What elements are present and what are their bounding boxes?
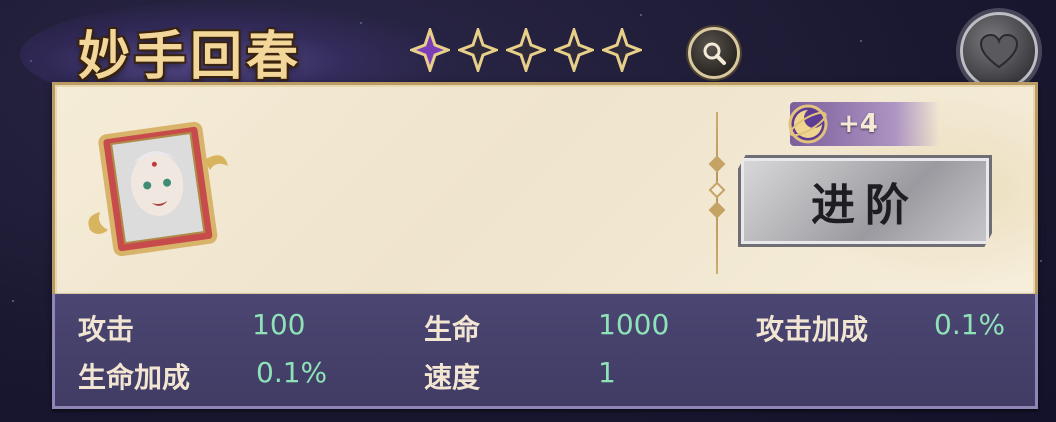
stat-value-speed: 1 (598, 356, 616, 389)
favorite-button[interactable] (960, 12, 1038, 90)
stat-label-attack-bonus: 攻击加成 (756, 313, 869, 346)
heart-icon (979, 33, 1019, 69)
bg-star (1040, 260, 1042, 262)
hero-portrait-icon (88, 121, 228, 257)
rank-star-empty-icon (602, 28, 642, 72)
bg-star (12, 300, 14, 302)
magnifier-icon (703, 42, 726, 65)
stat-label-attack: 攻击 (78, 313, 135, 346)
stats-panel (52, 294, 1038, 409)
rank-stars (410, 28, 642, 72)
rank-star-filled-icon (410, 28, 450, 72)
stat-label-speed: 速度 (424, 361, 481, 394)
advance-button[interactable]: 进阶 (738, 155, 992, 247)
bg-star (640, 14, 642, 16)
skill-title: 妙手回春 (78, 26, 303, 87)
stat-value-attack: 100 (252, 308, 306, 341)
stat-value-attack-bonus: 0.1% (934, 308, 1006, 341)
advance-button-label: 进阶 (811, 180, 919, 231)
bg-star (860, 40, 862, 42)
rank-star-empty-icon (458, 28, 498, 72)
rank-star-empty-icon (554, 28, 594, 72)
enhance-level-badge: +4 (788, 102, 940, 146)
stat-value-hp-bonus: 0.1% (256, 356, 328, 389)
stat-value-hp: 1000 (598, 308, 670, 341)
search-button[interactable] (688, 27, 740, 79)
stat-label-hp: 生命 (424, 313, 481, 346)
stat-label-hp-bonus: 生命加成 (78, 361, 191, 394)
enhance-level-value: +4 (838, 109, 878, 139)
hero-portrait[interactable] (78, 120, 238, 260)
orbit-moon-icon (788, 104, 828, 144)
rank-star-empty-icon (506, 28, 546, 72)
